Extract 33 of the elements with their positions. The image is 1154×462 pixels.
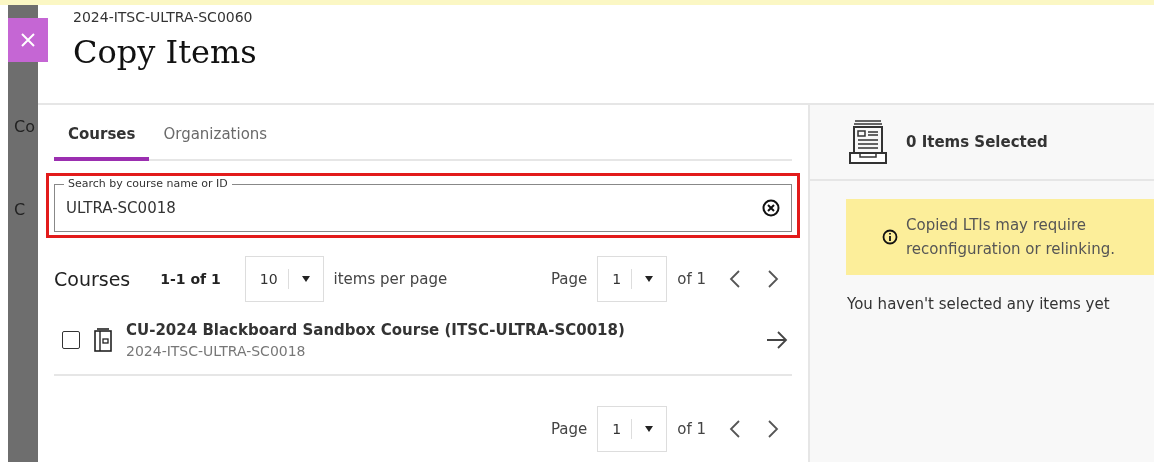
tab[interactable]: Courses <box>54 125 150 161</box>
background-text: C <box>14 200 26 219</box>
page-title: Copy Items <box>73 33 258 71</box>
page-total: of 1 <box>677 270 706 288</box>
section-heading: Courses <box>54 268 131 290</box>
archive-icon <box>848 119 888 165</box>
page-label: Page <box>550 420 588 438</box>
page-select[interactable]: 1 <box>597 406 668 452</box>
per-page-label: items per page <box>333 270 448 288</box>
empty-message: You haven't selected any items yet <box>847 295 1111 313</box>
page-select[interactable]: 1 <box>597 256 668 302</box>
clear-icon[interactable] <box>762 199 780 217</box>
close-icon <box>20 32 36 48</box>
close-button[interactable] <box>8 18 48 62</box>
caret-icon <box>644 275 655 283</box>
tab[interactable]: Organizations <box>149 125 282 161</box>
course-icon <box>94 328 112 352</box>
per-page-select[interactable]: 10 <box>244 256 324 302</box>
caret-icon <box>644 425 655 433</box>
background-text: Co <box>14 117 35 136</box>
page-total: of 1 <box>677 420 706 438</box>
notice-text: Copied LTIs may require reconfiguration or relinking. <box>906 215 1116 260</box>
caret-icon <box>300 275 311 283</box>
checkbox[interactable] <box>62 331 80 349</box>
result-range: 1-1 of 1 <box>160 271 221 287</box>
course-code: 2024-ITSC-ULTRA-SC0018 <box>126 343 307 359</box>
info-icon <box>882 229 898 245</box>
course-name[interactable]: CU-2024 Blackboard Sandbox Course (ITSC-ULTRA-SC0018) <box>126 321 766 339</box>
page-label: Page <box>550 270 588 288</box>
search-field[interactable]: Search by course name or ID ULTRA-SC0018 <box>54 176 792 232</box>
selected-count: 0 Items Selected <box>906 133 1048 151</box>
arrow-right-icon[interactable] <box>766 331 788 349</box>
course-id: 2024-ITSC-ULTRA-SC0060 <box>73 9 254 25</box>
